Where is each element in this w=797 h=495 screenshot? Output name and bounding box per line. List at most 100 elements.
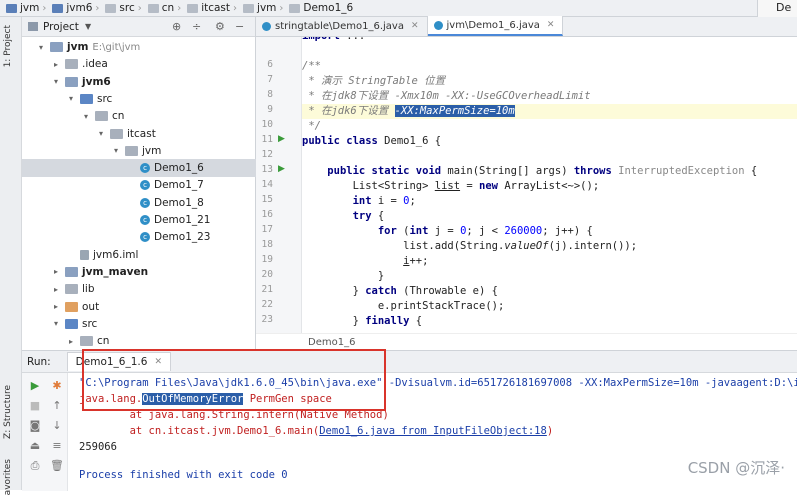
- tree-item[interactable]: c Demo1_7: [22, 176, 256, 194]
- breadcrumb-item[interactable]: src ›: [105, 2, 145, 14]
- line-number: 14: [261, 179, 273, 190]
- chevron-right-icon[interactable]: ▸: [51, 60, 61, 69]
- breadcrumb-item[interactable]: Demo1_6: [289, 2, 353, 14]
- editor-tab-label: jvm\Demo1_6.java: [446, 19, 540, 31]
- debug-icon[interactable]: ✱: [50, 379, 64, 392]
- chevron-down-icon[interactable]: ▾: [81, 112, 91, 121]
- editor-tabs: stringtable\Demo1_6.java ✕ jvm\Demo1_6.jav…: [256, 16, 797, 37]
- run-gutter-icon[interactable]: ▶: [278, 164, 285, 174]
- editor-tab[interactable]: stringtable\Demo1_6.java ✕: [256, 16, 428, 36]
- java-class-icon: c: [140, 197, 150, 208]
- line-number: 12: [261, 149, 273, 160]
- hide-icon[interactable]: −: [235, 20, 244, 33]
- tree-item-label: jvm: [142, 144, 162, 157]
- trace-source-link[interactable]: Demo1_6.java from InputFileObject:18: [319, 425, 547, 437]
- console-line-trace: at java.lang.String.intern(Native Method…: [79, 409, 389, 421]
- editor-tab[interactable]: jvm\Demo1_6.java ✕: [427, 16, 564, 36]
- folder-icon: [65, 301, 78, 312]
- code-line: * 演示 StringTable 位置: [302, 75, 446, 87]
- breadcrumb: jvm › jvm6 › src › cn › itcast › jvm › Demo1_6: [0, 0, 797, 17]
- folder-icon: [147, 3, 159, 13]
- trash-icon[interactable]: 🗑: [50, 459, 64, 472]
- breadcrumb-item[interactable]: jvm ›: [6, 2, 50, 14]
- breadcrumb-item[interactable]: jvm6 ›: [52, 2, 103, 14]
- tree-item[interactable]: ▾ cn: [22, 107, 256, 125]
- code-view[interactable]: import ... /** * 演示 StringTable 位置 * 在jd…: [302, 37, 797, 333]
- locate-icon[interactable]: ⊕: [172, 20, 181, 33]
- project-panel-title[interactable]: Project: [43, 21, 79, 33]
- tree-item[interactable]: jvm6.iml: [22, 246, 256, 264]
- stop-icon[interactable]: ■: [28, 399, 42, 412]
- close-icon[interactable]: ✕: [547, 20, 555, 30]
- exit-icon[interactable]: ⏏: [28, 439, 42, 452]
- error-name: OutOfMemoryError: [142, 393, 244, 405]
- breadcrumb-label: Demo1_6: [303, 2, 354, 14]
- gear-icon[interactable]: ⚙: [215, 20, 225, 33]
- tree-item-label: Demo1_23: [154, 231, 211, 244]
- run-config-tab[interactable]: Demo1_6_1.6 ✕: [66, 352, 171, 371]
- camera-icon[interactable]: ◙: [28, 419, 42, 432]
- tree-item[interactable]: ▾ src: [22, 315, 256, 333]
- chevron-down-icon[interactable]: ▾: [111, 146, 121, 155]
- breadcrumb-item[interactable]: itcast ›: [187, 2, 241, 14]
- tree-item[interactable]: ▾ itcast: [22, 125, 256, 143]
- tree-item-label: jvm_maven: [82, 265, 149, 278]
- tree-item[interactable]: c Demo1_6: [22, 159, 256, 178]
- breadcrumb-label: cn: [161, 2, 175, 14]
- tree-item[interactable]: ▸ .idea: [22, 55, 256, 73]
- left-tool-strip: 1: Project Z: Structure avorites: [0, 17, 22, 495]
- chevron-down-icon[interactable]: ▾: [96, 129, 106, 138]
- editor-right-tab[interactable]: De: [757, 0, 797, 17]
- tree-item[interactable]: ▾ src: [22, 90, 256, 108]
- collapse-icon[interactable]: ÷: [192, 20, 201, 33]
- tree-item[interactable]: c Demo1_8: [22, 194, 256, 212]
- chevron-right-icon[interactable]: ▸: [51, 302, 61, 311]
- tree-item[interactable]: ▸ lib: [22, 280, 256, 298]
- tree-item[interactable]: ▸ out: [22, 298, 256, 316]
- structure-tool-tab[interactable]: Z: Structure: [3, 385, 13, 439]
- chevron-down-icon[interactable]: ▾: [51, 319, 61, 328]
- chevron-down-icon[interactable]: ▾: [51, 77, 61, 86]
- chevron-down-icon[interactable]: ▼: [85, 22, 91, 31]
- chevron-down-icon[interactable]: ▾: [66, 94, 76, 103]
- chevron-down-icon[interactable]: ▾: [36, 43, 46, 52]
- code-line: for (int j = 0; j < 260000; j++) {: [377, 225, 593, 237]
- trace-suffix: ): [546, 425, 554, 437]
- tree-item[interactable]: c Demo1_23: [22, 228, 256, 246]
- breadcrumb-item[interactable]: jvm ›: [243, 2, 287, 14]
- project-tool-tab[interactable]: 1: Project: [3, 25, 13, 67]
- run-panel: Run: Demo1_6_1.6 ✕ ▶ ✱ ■ ↑ ◙ ↓ ⏏ ≡ ⎙ 🗑 "…: [22, 350, 797, 491]
- folder-icon: [65, 284, 78, 295]
- soft-wrap-icon[interactable]: ≡: [50, 439, 64, 452]
- chevron-right-icon[interactable]: ▸: [51, 267, 61, 276]
- line-number: 13: [261, 164, 273, 175]
- close-icon[interactable]: ✕: [411, 21, 419, 31]
- tree-item[interactable]: ▸ jvm_maven: [22, 263, 256, 281]
- folder-icon: [65, 266, 78, 277]
- java-class-icon: [262, 21, 271, 31]
- close-icon[interactable]: ✕: [154, 357, 162, 367]
- rerun-icon[interactable]: ▶: [28, 379, 42, 392]
- run-gutter-icon[interactable]: ▶: [278, 134, 285, 144]
- folder-icon: [80, 93, 93, 104]
- down-arrow-icon[interactable]: ↓: [50, 419, 64, 432]
- tree-item[interactable]: ▸ cn: [22, 332, 256, 350]
- editor-breadcrumb-footer: Demo1_6: [256, 333, 797, 350]
- folder-icon: [187, 3, 199, 13]
- tree-item[interactable]: ▾ jvm: [22, 142, 256, 160]
- run-panel-header: Run: Demo1_6_1.6 ✕: [22, 351, 797, 373]
- error-prefix: java.lang.: [79, 393, 143, 405]
- tree-item[interactable]: ▾ jvm6: [22, 73, 256, 91]
- folder-icon: [289, 3, 301, 13]
- print-icon[interactable]: ⎙: [28, 459, 42, 473]
- line-number: 7: [267, 74, 273, 85]
- console-line-error: java.lang.OutOfMemoryError PermGen space: [79, 391, 332, 407]
- chevron-right-icon: ›: [279, 2, 284, 14]
- up-arrow-icon[interactable]: ↑: [50, 399, 64, 412]
- chevron-right-icon[interactable]: ▸: [66, 337, 76, 346]
- tree-item[interactable]: c Demo1_21: [22, 211, 256, 229]
- chevron-right-icon[interactable]: ▸: [51, 285, 61, 294]
- breadcrumb-item[interactable]: cn ›: [147, 2, 185, 14]
- tree-item[interactable]: ▾ jvm E:\git\jvm: [22, 38, 256, 56]
